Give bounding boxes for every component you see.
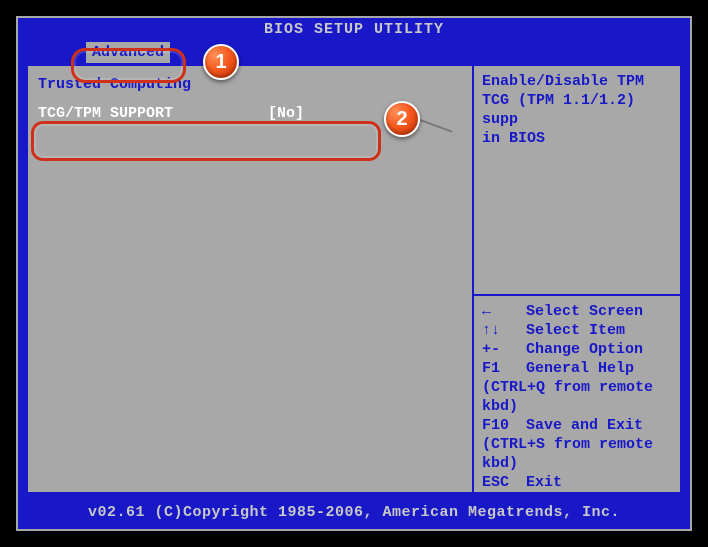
help-line: in BIOS: [482, 129, 672, 148]
nav-general-help: F1 General Help: [482, 359, 672, 378]
option-tcg-tpm-support[interactable]: TCG/TPM SUPPORT [No]: [38, 101, 462, 126]
nav-action: General Help: [526, 359, 672, 378]
help-line: Enable/Disable TPM: [482, 72, 672, 91]
nav-select-screen: ← Select Screen: [482, 302, 672, 321]
tab-advanced[interactable]: Advanced: [86, 42, 170, 63]
nav-note: (CTRL+S from remote kbd): [482, 435, 672, 473]
settings-panel: Trusted Computing TCG/TPM SUPPORT [No]: [26, 64, 472, 494]
work-area: Trusted Computing TCG/TPM SUPPORT [No] E…: [26, 64, 682, 494]
bios-window: BIOS SETUP UTILITY Advanced Trusted Comp…: [16, 16, 692, 531]
nav-note: (CTRL+Q from remote kbd): [482, 378, 672, 416]
footer-copyright: v02.61 (C)Copyright 1985-2006, American …: [18, 500, 690, 529]
nav-action: Change Option: [526, 340, 672, 359]
nav-help: ← Select Screen ↑↓ Select Item +- Change…: [474, 296, 680, 498]
nav-exit: ESC Exit: [482, 473, 672, 492]
nav-key: ESC: [482, 473, 526, 492]
nav-key: ←: [482, 302, 526, 321]
nav-action: Select Item: [526, 321, 672, 340]
option-value: [No]: [268, 105, 304, 122]
section-title: Trusted Computing: [38, 72, 462, 101]
tab-row: Advanced: [18, 40, 690, 64]
nav-save-exit: F10 Save and Exit: [482, 416, 672, 435]
nav-action: Exit: [526, 473, 672, 492]
nav-key: +-: [482, 340, 526, 359]
window-title: BIOS SETUP UTILITY: [18, 18, 690, 40]
option-label: TCG/TPM SUPPORT: [38, 105, 268, 122]
nav-action: Save and Exit: [526, 416, 672, 435]
nav-change-option: +- Change Option: [482, 340, 672, 359]
nav-key: F10: [482, 416, 526, 435]
help-description: Enable/Disable TPM TCG (TPM 1.1/1.2) sup…: [474, 66, 680, 296]
help-panel: Enable/Disable TPM TCG (TPM 1.1/1.2) sup…: [472, 64, 682, 494]
nav-select-item: ↑↓ Select Item: [482, 321, 672, 340]
nav-key: ↑↓: [482, 321, 526, 340]
nav-action: Select Screen: [526, 302, 672, 321]
nav-key: F1: [482, 359, 526, 378]
help-line: TCG (TPM 1.1/1.2) supp: [482, 91, 672, 129]
